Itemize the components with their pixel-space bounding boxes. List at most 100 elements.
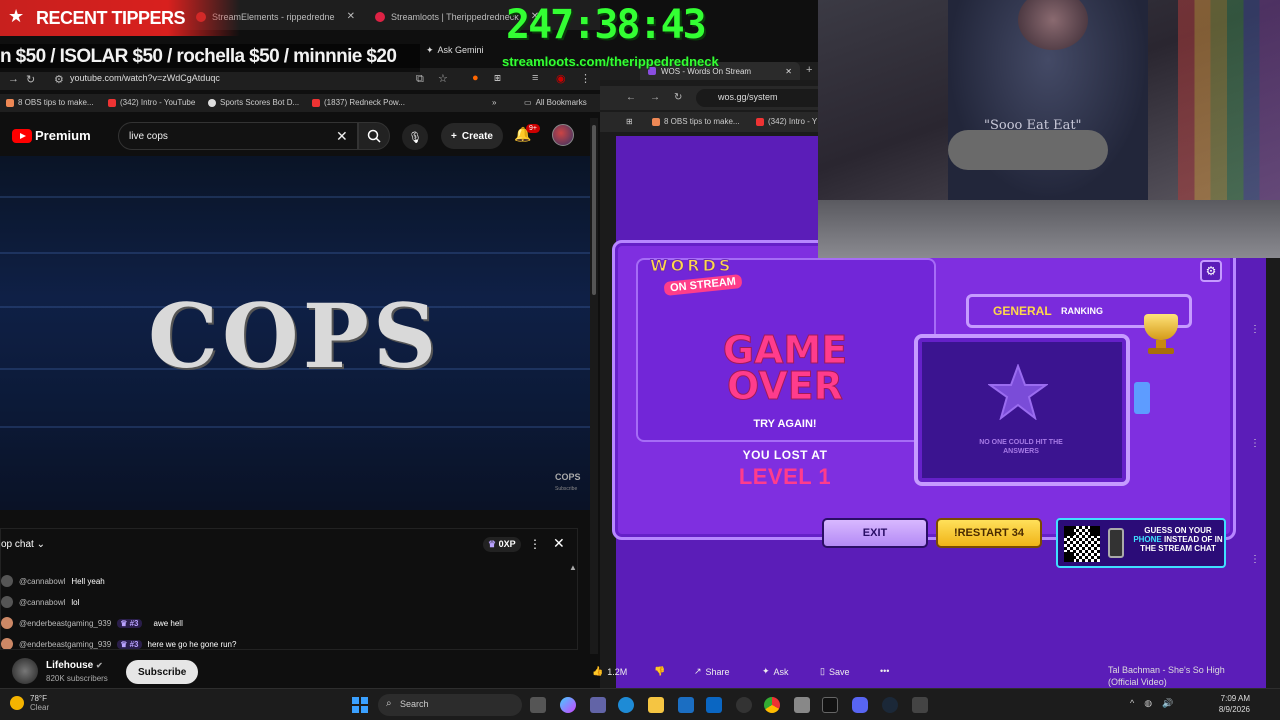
more-options-icon[interactable]: ⋮ <box>1250 438 1260 449</box>
app-icon[interactable] <box>912 697 928 713</box>
next-video-title[interactable]: Tal Bachman - She's So High (Official Vi… <box>1108 664 1225 688</box>
apps-grid-icon[interactable]: ⊞ <box>626 117 633 126</box>
bookmark-obs-tips[interactable]: 8 OBS tips to make... <box>652 117 740 126</box>
install-icon[interactable]: ⧉ <box>416 73 424 86</box>
avatar[interactable] <box>1 575 13 587</box>
steam-icon[interactable] <box>882 697 898 713</box>
discord-icon[interactable] <box>852 697 868 713</box>
youtube-logo-icon <box>12 128 32 143</box>
streamloots-url: streamloots.com/therippedredneck <box>502 54 719 69</box>
profile-icon[interactable]: ◉ <box>556 72 566 85</box>
webcam-feed: "Sooo Eat Eat" <box>818 0 1280 258</box>
back-icon[interactable]: ← <box>626 92 636 103</box>
terminal-icon[interactable] <box>822 697 838 713</box>
file-explorer-icon[interactable] <box>648 697 664 713</box>
youtube-favicon-icon <box>312 98 320 107</box>
store-icon[interactable] <box>678 697 694 713</box>
outlook-icon[interactable] <box>706 697 722 713</box>
star-icon <box>988 364 1048 420</box>
forward-icon[interactable]: → <box>8 73 19 85</box>
create-button[interactable]: + Create <box>441 123 503 149</box>
settings-gear-icon[interactable]: ⚙ <box>1200 260 1222 282</box>
reload-icon[interactable]: ↻ <box>26 73 35 86</box>
share-button[interactable]: ↗ Share <box>694 666 730 677</box>
obs-icon[interactable] <box>736 697 752 713</box>
xp-badge[interactable]: ♛ 0XP <box>483 537 521 552</box>
network-icon[interactable]: ◍ <box>1144 698 1152 709</box>
like-button[interactable]: 👍 1.2M <box>592 666 627 677</box>
close-chat-icon[interactable]: ✕ <box>553 535 565 552</box>
channel-avatar[interactable] <box>12 658 38 684</box>
clear-search-icon[interactable]: ✕ <box>336 128 348 145</box>
member-rank-badge: ♛ #3 <box>117 639 142 649</box>
folder-icon: ▭ <box>524 98 532 107</box>
bookmarks-overflow-icon[interactable]: » <box>492 98 496 107</box>
youtube-premium-logo[interactable]: Premium <box>12 128 91 143</box>
bookmark-intro-youtube[interactable]: (342) Intro - YouTube <box>108 98 195 107</box>
url-text[interactable]: youtube.com/watch?v=zWdCgAtduqc <box>70 73 220 83</box>
snipping-tool-icon[interactable] <box>794 697 810 713</box>
all-bookmarks-button[interactable]: ▭ All Bookmarks <box>524 98 587 107</box>
site-info-icon[interactable]: ⚙ <box>54 73 64 86</box>
bookmark-redneck-pow[interactable]: (1837) Redneck Pow... <box>312 98 405 107</box>
extensions-puzzle-icon[interactable]: ⧆ <box>494 72 501 85</box>
avatar[interactable] <box>1 617 13 629</box>
chat-mode-dropdown[interactable]: op chat ⌄ <box>1 539 45 550</box>
save-button[interactable]: ▯ Save <box>820 666 849 677</box>
video-player[interactable]: COPS COPS Subscribe <box>0 156 590 510</box>
ranking-scroll-handle[interactable] <box>1134 382 1150 414</box>
bookmark-obs-tips[interactable]: 8 OBS tips to make... <box>6 98 94 107</box>
avatar[interactable] <box>1 596 13 608</box>
speaker-icon[interactable]: 🔊 <box>1162 698 1173 709</box>
chat-more-icon[interactable]: ⋮ <box>529 537 541 551</box>
right-address-bar[interactable]: wos.gg/system <box>696 89 826 107</box>
tray-chevron-icon[interactable]: ^ <box>1130 698 1134 709</box>
cops-watermark-subscribe[interactable]: Subscribe <box>555 486 577 492</box>
weather-widget[interactable]: 78°F Clear <box>10 694 49 712</box>
new-tab-icon[interactable]: + <box>806 64 812 76</box>
edge-icon[interactable] <box>618 697 634 713</box>
more-actions-icon[interactable]: ••• <box>880 666 889 676</box>
youtube-browser-window: StreamElements - rippedredne ✕ Streamloo… <box>0 0 600 688</box>
windows-start-icon[interactable] <box>352 697 368 713</box>
restart-button[interactable]: !RESTART 34 <box>936 518 1042 548</box>
channel-name[interactable]: Lifehouse ✔ <box>46 660 103 671</box>
more-options-icon[interactable]: ⋮ <box>1250 324 1260 335</box>
taskbar-clock[interactable]: 7:09 AM 8/9/2026 <box>1206 693 1250 715</box>
account-avatar[interactable] <box>552 124 574 146</box>
browser-menu-icon[interactable]: ⋮ <box>580 72 591 85</box>
chat-message: @cannabowl lol <box>1 594 79 610</box>
media-icon[interactable]: ≡ <box>532 72 538 84</box>
chrome-icon[interactable] <box>764 697 780 713</box>
member-rank-badge: ♛ #3 <box>117 618 142 628</box>
more-options-icon[interactable]: ⋮ <box>1250 554 1260 565</box>
notification-count-badge: 9+ <box>526 124 540 133</box>
cops-watermark[interactable]: COPS <box>555 472 581 482</box>
reload-icon[interactable]: ↻ <box>674 92 682 103</box>
dislike-button[interactable]: 👎 <box>654 666 665 677</box>
bookmark-star-icon[interactable]: ☆ <box>438 72 448 85</box>
search-button[interactable] <box>358 122 390 150</box>
gemini-icon: ✦ <box>426 44 434 55</box>
bookmark-sports-scores[interactable]: Sports Scores Bot D... <box>208 98 299 107</box>
avatar[interactable] <box>1 638 13 649</box>
bed <box>818 200 1280 258</box>
close-tab-icon[interactable]: ✕ <box>785 67 792 76</box>
bookmark-intro-youtube[interactable]: (342) Intro - Y <box>756 117 817 126</box>
close-tab-icon[interactable]: ✕ <box>347 11 355 22</box>
phone-icon <box>1108 528 1124 558</box>
exit-button[interactable]: EXIT <box>822 518 928 548</box>
ask-gemini-button[interactable]: ✦ Ask Gemini <box>426 42 484 58</box>
subscribe-button[interactable]: Subscribe <box>126 660 199 684</box>
forward-icon[interactable]: → <box>650 92 660 103</box>
voice-search-button[interactable]: 🎙 <box>402 124 428 150</box>
task-view-icon[interactable] <box>530 697 546 713</box>
copilot-icon[interactable] <box>560 697 576 713</box>
teams-icon[interactable] <box>590 697 606 713</box>
extension-icon[interactable]: ● <box>472 72 479 84</box>
subathon-timer: 247:38:43 <box>506 2 707 48</box>
ask-button[interactable]: ✦ Ask <box>762 666 789 677</box>
taskbar-search[interactable]: ⌕ Search <box>378 694 522 716</box>
youtube-search-input[interactable]: live cops <box>118 122 358 150</box>
page-scroll-thumb[interactable] <box>592 125 596 295</box>
